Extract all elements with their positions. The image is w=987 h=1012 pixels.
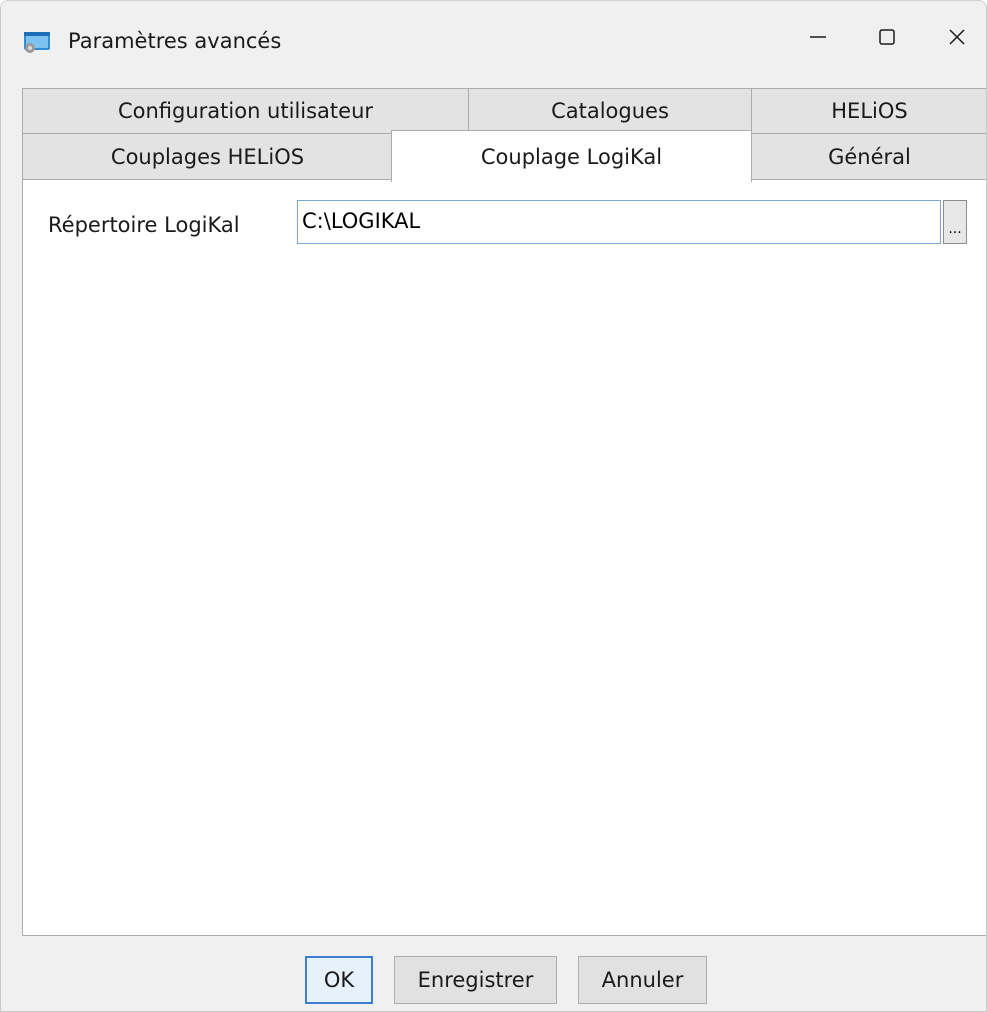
minimize-icon xyxy=(808,27,828,51)
directory-input[interactable]: C:\LOGIKAL xyxy=(297,200,941,244)
tab-configuration-utilisateur[interactable]: Configuration utilisateur xyxy=(22,88,469,134)
tab-label: Couplage LogiKal xyxy=(480,144,663,169)
tab-label: Couplages HELiOS xyxy=(110,144,305,169)
app-window-icon xyxy=(23,30,51,54)
dialog-window: Paramètres avancés Configuration utilisa… xyxy=(0,0,987,1012)
ok-button[interactable]: OK xyxy=(305,956,373,1004)
minimize-button[interactable] xyxy=(788,1,848,76)
ok-label: OK xyxy=(323,968,355,992)
cancel-label: Annuler xyxy=(601,968,684,992)
tab-helios[interactable]: HELiOS xyxy=(751,88,986,134)
close-icon xyxy=(947,27,967,51)
cancel-button[interactable]: Annuler xyxy=(578,956,707,1004)
close-button[interactable] xyxy=(927,1,986,76)
tab-label: Général xyxy=(828,144,911,169)
browse-button[interactable]: ... xyxy=(943,200,967,244)
tab-label: Configuration utilisateur xyxy=(117,99,374,123)
save-label: Enregistrer xyxy=(417,968,534,992)
tab-label: Catalogues xyxy=(551,99,669,123)
maximize-icon xyxy=(877,27,897,51)
browse-label: ... xyxy=(948,221,962,237)
tab-general[interactable]: Général xyxy=(751,133,986,180)
tab-couplages-helios[interactable]: Couplages HELiOS xyxy=(22,133,393,180)
tab-panel-couplage-logikal: Répertoire LogiKal C:\LOGIKAL ... xyxy=(22,179,986,936)
tab-couplage-logikal[interactable]: Couplage LogiKal xyxy=(391,130,752,182)
tab-strip: Configuration utilisateur Catalogues HEL… xyxy=(1,76,986,182)
tab-catalogues[interactable]: Catalogues xyxy=(468,88,752,134)
save-button[interactable]: Enregistrer xyxy=(394,956,557,1004)
window-title: Paramètres avancés xyxy=(68,29,282,53)
maximize-button[interactable] xyxy=(857,1,917,76)
tab-label: HELiOS xyxy=(831,99,908,123)
directory-label: Répertoire LogiKal xyxy=(48,213,240,237)
title-bar[interactable]: Paramètres avancés xyxy=(1,1,986,76)
